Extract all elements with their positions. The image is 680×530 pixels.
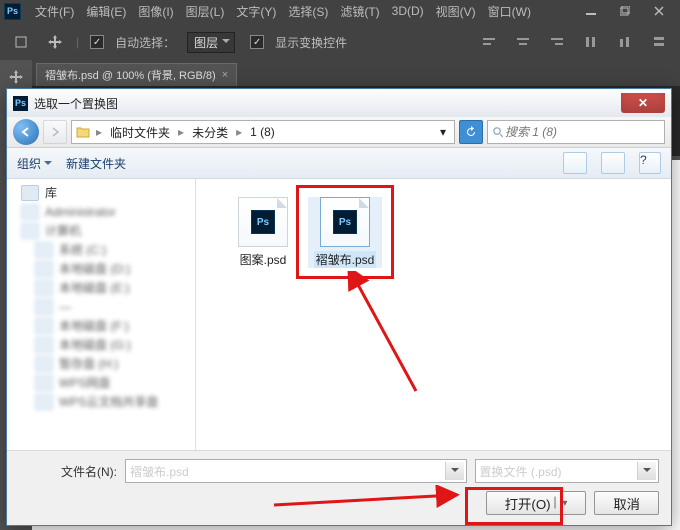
- new-folder-button[interactable]: 新建文件夹: [66, 155, 126, 172]
- nav-forward-button[interactable]: [43, 120, 67, 144]
- sidebar-item[interactable]: 暂存盘 (H:): [7, 354, 195, 373]
- sidebar-item[interactable]: 本地磁盘 (F:): [7, 316, 195, 335]
- chevron-down-icon: [451, 468, 459, 476]
- sidebar-item[interactable]: 本地磁盘 (D:): [7, 259, 195, 278]
- file-filter-combo[interactable]: 置换文件 (.psd): [475, 459, 659, 483]
- menu-edit[interactable]: 编辑(E): [80, 3, 132, 20]
- crumb-3[interactable]: 1 (8): [244, 121, 281, 143]
- search-icon: [492, 126, 503, 138]
- view-mode-icon[interactable]: [563, 152, 587, 174]
- align-icon-3[interactable]: [544, 29, 570, 55]
- show-transform-checkbox[interactable]: [250, 35, 264, 49]
- folder-icon: [72, 126, 94, 138]
- auto-select-checkbox[interactable]: [90, 35, 104, 49]
- sidebar-item-libraries[interactable]: 库: [7, 183, 195, 202]
- chevron-down-icon: [44, 161, 52, 169]
- menu-filter[interactable]: 滤镜(T): [334, 3, 385, 20]
- file-list[interactable]: Ps 图案.psd Ps 褶皱布.psd: [196, 179, 671, 450]
- file-item-selected[interactable]: Ps 褶皱布.psd: [308, 197, 382, 268]
- home-icon[interactable]: [8, 29, 34, 55]
- chevron-right-icon: ▸: [176, 125, 186, 139]
- sidebar-item[interactable]: 系统 (C:): [7, 240, 195, 259]
- chevron-down-icon: [643, 468, 651, 476]
- align-icon-2[interactable]: [510, 29, 536, 55]
- show-transform-label: 显示变换控件: [275, 34, 347, 51]
- dialog-ps-icon: Ps: [13, 96, 28, 111]
- open-button[interactable]: 打开(O) ▏▾: [486, 491, 587, 515]
- chevron-right-icon: ▸: [234, 125, 244, 139]
- breadcrumb[interactable]: ▸ 临时文件夹 ▸ 未分类 ▸ 1 (8) ▾: [71, 120, 455, 144]
- dialog-title: 选取一个置换图: [34, 95, 118, 112]
- move-tool-icon[interactable]: [42, 29, 68, 55]
- cancel-button[interactable]: 取消: [594, 491, 659, 515]
- breadcrumb-dropdown-icon[interactable]: ▾: [432, 125, 454, 139]
- menu-file[interactable]: 文件(F): [29, 3, 80, 20]
- sidebar-item[interactable]: Administrator: [7, 202, 195, 221]
- refresh-button[interactable]: [459, 120, 483, 144]
- align-icon-1[interactable]: [476, 29, 502, 55]
- menu-window[interactable]: 窗口(W): [482, 3, 537, 20]
- places-sidebar[interactable]: 库 Administrator 计算机 系统 (C:) 本地磁盘 (D:) 本地…: [7, 179, 196, 450]
- file-label: 图案.psd: [240, 251, 287, 268]
- search-input[interactable]: [487, 120, 665, 144]
- crumb-2[interactable]: 未分类: [186, 121, 234, 143]
- sidebar-item[interactable]: 本地磁盘 (G:): [7, 335, 195, 354]
- auto-select-label: 自动选择：: [115, 34, 175, 51]
- dialog-close-button[interactable]: ✕: [621, 93, 665, 113]
- nav-back-button[interactable]: [13, 119, 39, 145]
- crumb-1[interactable]: 临时文件夹: [104, 121, 176, 143]
- close-tab-icon[interactable]: ×: [222, 69, 228, 81]
- filename-label: 文件名(N):: [19, 463, 117, 480]
- sidebar-item-label: 库: [45, 184, 57, 201]
- menu-layer[interactable]: 图层(L): [180, 3, 231, 20]
- sidebar-item[interactable]: 本地磁盘 (E:): [7, 278, 195, 297]
- window-minimize-button[interactable]: [574, 0, 608, 22]
- menu-view[interactable]: 视图(V): [430, 3, 482, 20]
- annotation-arrow-icon: [269, 485, 469, 515]
- window-close-button[interactable]: [642, 0, 676, 22]
- sidebar-item[interactable]: —: [7, 297, 195, 316]
- window-restore-button[interactable]: [608, 0, 642, 22]
- sidebar-item[interactable]: WPS网盘: [7, 373, 195, 392]
- align-icon-4[interactable]: [578, 29, 604, 55]
- file-item[interactable]: Ps 图案.psd: [226, 197, 300, 268]
- help-icon[interactable]: ?: [639, 152, 661, 174]
- align-icon-5[interactable]: [612, 29, 638, 55]
- file-label: 褶皱布.psd: [314, 251, 377, 268]
- psd-file-icon: Ps: [238, 197, 288, 247]
- document-tab-label: 褶皱布.psd @ 100% (背景, RGB/8): [45, 67, 216, 83]
- menu-3d[interactable]: 3D(D): [386, 4, 430, 18]
- menu-image[interactable]: 图像(I): [132, 3, 179, 20]
- preview-pane-icon[interactable]: [601, 152, 625, 174]
- chevron-right-icon: ▸: [94, 125, 104, 139]
- align-icon-6[interactable]: [646, 29, 672, 55]
- filter-value: 置换文件 (.psd): [480, 463, 562, 480]
- library-icon: [21, 185, 39, 201]
- sidebar-item[interactable]: 计算机: [7, 221, 195, 240]
- search-field[interactable]: [503, 124, 660, 140]
- filename-value: 褶皱布.psd: [130, 463, 189, 480]
- ps-logo-icon: Ps: [4, 3, 21, 20]
- auto-select-target-dropdown[interactable]: 图层: [187, 32, 235, 53]
- filename-combo[interactable]: 褶皱布.psd: [125, 459, 467, 483]
- organize-menu[interactable]: 组织: [17, 155, 52, 172]
- document-tab[interactable]: 褶皱布.psd @ 100% (背景, RGB/8) ×: [36, 63, 237, 86]
- menu-select[interactable]: 选择(S): [282, 3, 334, 20]
- annotation-arrow-icon: [346, 271, 426, 401]
- psd-file-icon: Ps: [320, 197, 370, 247]
- menu-type[interactable]: 文字(Y): [230, 3, 282, 20]
- sidebar-item[interactable]: WPS云文档共享盘: [7, 392, 195, 411]
